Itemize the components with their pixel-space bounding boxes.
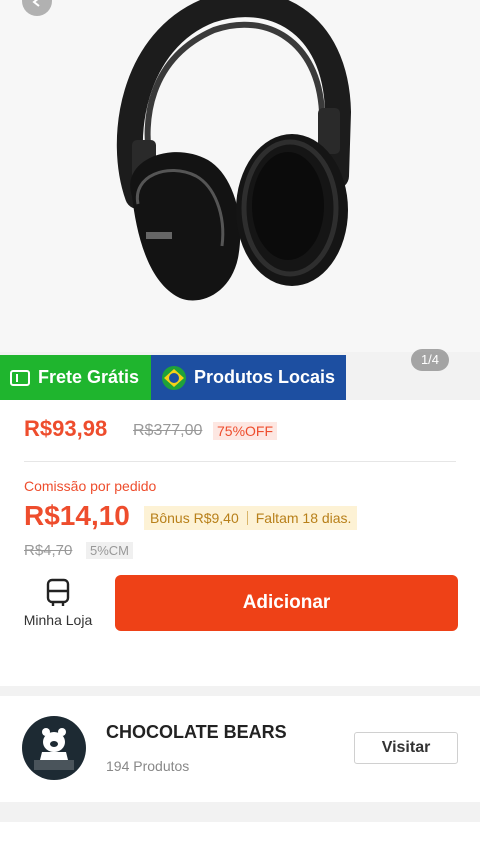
product-image[interactable] — [0, 0, 480, 352]
brazil-flag-icon — [162, 365, 186, 390]
next-section-placeholder — [0, 822, 480, 854]
headphones-icon — [116, 0, 352, 301]
commission-label: Comissão por pedido — [24, 478, 157, 494]
current-price: R$93,98 — [24, 416, 108, 441]
local-products-label: Produtos Locais — [194, 367, 336, 387]
store-icon — [46, 578, 70, 606]
bear-logo-icon — [34, 728, 74, 770]
free-shipping-badge: Frete Grátis — [0, 355, 151, 400]
promo-badges: Frete Grátis Produtos Locais 1/4 — [0, 349, 480, 400]
original-price: R$377,00 — [133, 422, 203, 439]
chevron-left-icon — [32, 0, 40, 7]
divider — [24, 461, 456, 462]
my-store-label: Minha Loja — [23, 612, 93, 628]
commission-rate: 5%CM — [86, 542, 134, 559]
bonus-remaining: Faltam 18 dias. — [255, 510, 352, 526]
free-shipping-label: Frete Grátis — [38, 367, 140, 387]
bonus-separator — [246, 511, 248, 525]
bonus-amount: Bônus R$9,40 — [150, 510, 239, 526]
shop-card: CHOCOLATE BEARS 194 Produtos Visitar — [0, 696, 480, 802]
image-page-indicator: 1/4 — [411, 349, 449, 371]
discount-badge: 75%OFF — [213, 422, 278, 440]
visit-shop-button[interactable]: Visitar — [354, 732, 458, 764]
product-info-card: R$93,98 R$377,00 75%OFF Comissão por ped… — [0, 400, 480, 686]
shop-avatar[interactable] — [22, 716, 86, 780]
shop-product-count: 194 Produtos — [106, 758, 190, 774]
local-products-badge: Produtos Locais — [151, 355, 346, 400]
shop-name[interactable]: CHOCOLATE BEARS — [106, 722, 287, 743]
bonus-badge: Bônus R$9,40 Faltam 18 dias. — [144, 506, 358, 530]
commission-value: R$14,10 — [24, 500, 130, 531]
my-store-button[interactable]: Minha Loja — [22, 578, 94, 634]
ticket-icon — [10, 369, 30, 386]
old-commission: R$4,70 — [24, 542, 73, 559]
add-button[interactable]: Adicionar — [115, 575, 458, 631]
